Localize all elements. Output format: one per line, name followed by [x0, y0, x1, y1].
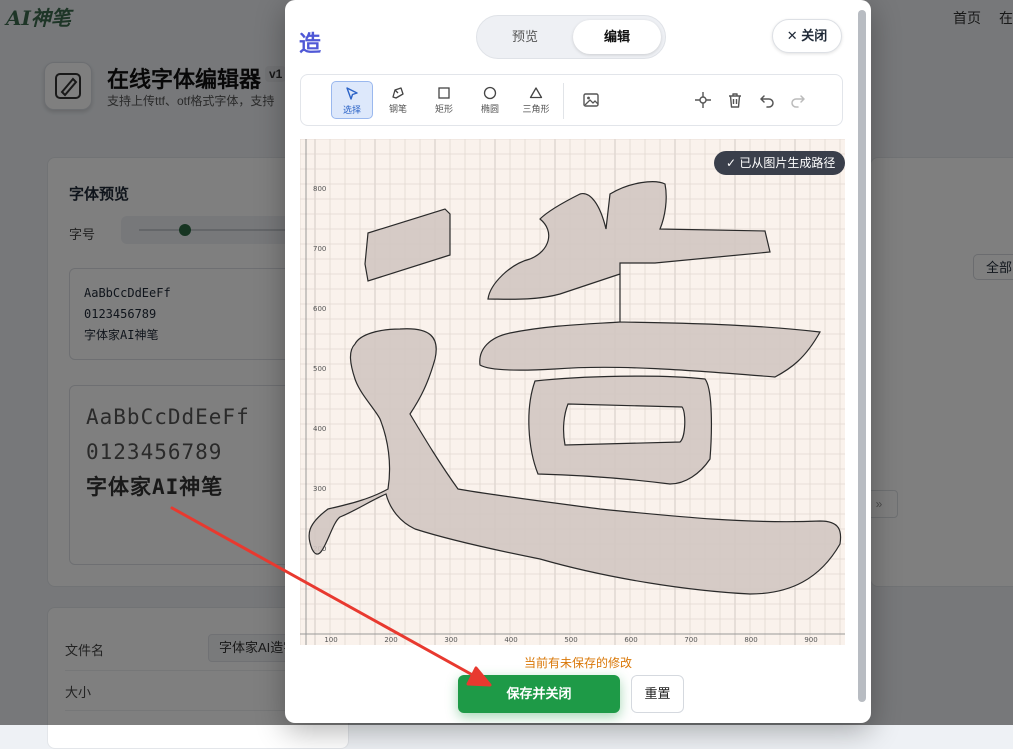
- glyph-outline[interactable]: [308, 181, 842, 595]
- y-tick-label: 600: [313, 305, 326, 313]
- y-tick-label: 800: [313, 185, 326, 193]
- y-tick-label: 300: [313, 485, 326, 493]
- tool-rectangle[interactable]: 矩形: [423, 81, 465, 119]
- tool-select[interactable]: 选择: [331, 81, 373, 119]
- tab-preview[interactable]: 预览: [481, 20, 569, 54]
- tab-edit[interactable]: 编辑: [573, 20, 661, 54]
- tool-label: 矩形: [434, 104, 453, 114]
- x-tick-label: 200: [384, 636, 397, 644]
- close-button[interactable]: ✕ 关闭: [772, 19, 842, 53]
- tool-triangle[interactable]: 三角形: [515, 81, 557, 119]
- check-icon: ✓: [726, 156, 737, 170]
- x-tick-label: 600: [624, 636, 637, 644]
- mode-tabs: 预览 编辑: [476, 15, 666, 59]
- y-tick-label: 400: [313, 425, 326, 433]
- glyph-path-top-stroke[interactable]: [479, 181, 821, 378]
- badge-label: 已从图片生成路径: [739, 156, 836, 170]
- image-icon[interactable]: [580, 89, 602, 111]
- glyph-canvas-svg[interactable]: 800 700 600 500 400 300 200 100 200 300 400 500 600…: [300, 139, 845, 645]
- trash-icon[interactable]: [724, 89, 746, 111]
- unsaved-notice: 当前有未保存的修改: [523, 656, 632, 670]
- undo-icon[interactable]: [756, 89, 778, 111]
- center-icon[interactable]: [692, 89, 714, 111]
- editor-toolbar: 选择 钢笔 矩形 椭圆 三角形: [300, 74, 843, 126]
- glyph-path-dot[interactable]: [364, 208, 451, 282]
- close-label: 关闭: [801, 28, 828, 43]
- tool-label: 选择: [342, 105, 361, 115]
- glyph-title: 造: [299, 31, 322, 56]
- path-generated-badge: ✓ 已从图片生成路径: [714, 151, 845, 175]
- x-tick-label: 700: [684, 636, 697, 644]
- close-icon: ✕: [786, 28, 798, 43]
- ellipse-icon: [483, 86, 497, 100]
- x-tick-label: 400: [504, 636, 517, 644]
- x-tick-label: 300: [444, 636, 457, 644]
- x-tick-label: 500: [564, 636, 577, 644]
- tool-pen[interactable]: 钢笔: [377, 81, 419, 119]
- y-tick-label: 700: [313, 245, 326, 253]
- rectangle-icon: [438, 87, 450, 99]
- glyph-canvas[interactable]: 800 700 600 500 400 300 200 100 200 300 400 500 600…: [300, 139, 845, 645]
- triangle-icon: [529, 87, 543, 99]
- save-close-button[interactable]: 保存并关闭: [458, 675, 620, 713]
- pen-icon: [392, 87, 404, 99]
- x-tick-label: 800: [744, 636, 757, 644]
- tool-label: 钢笔: [388, 104, 407, 114]
- tool-label: 椭圆: [480, 104, 499, 114]
- tool-ellipse[interactable]: 椭圆: [469, 81, 511, 119]
- glyph-editor-modal: 造 预览 编辑 ✕ 关闭 选择 钢笔 矩形 椭圆 三角形 800 700 600…: [285, 0, 871, 723]
- y-tick-label: 500: [313, 365, 326, 373]
- x-tick-label: 900: [804, 636, 817, 644]
- tool-label: 三角形: [522, 104, 550, 114]
- glyph-path-mouth[interactable]: [528, 375, 713, 485]
- reset-button[interactable]: 重置: [631, 675, 684, 713]
- cursor-icon: [346, 87, 358, 100]
- redo-icon[interactable]: [787, 89, 809, 111]
- x-axis-ticks: 100 200 300 400 500 600 700 800 900: [324, 636, 817, 644]
- modal-scrollbar[interactable]: [858, 10, 866, 702]
- x-tick-label: 100: [324, 636, 337, 644]
